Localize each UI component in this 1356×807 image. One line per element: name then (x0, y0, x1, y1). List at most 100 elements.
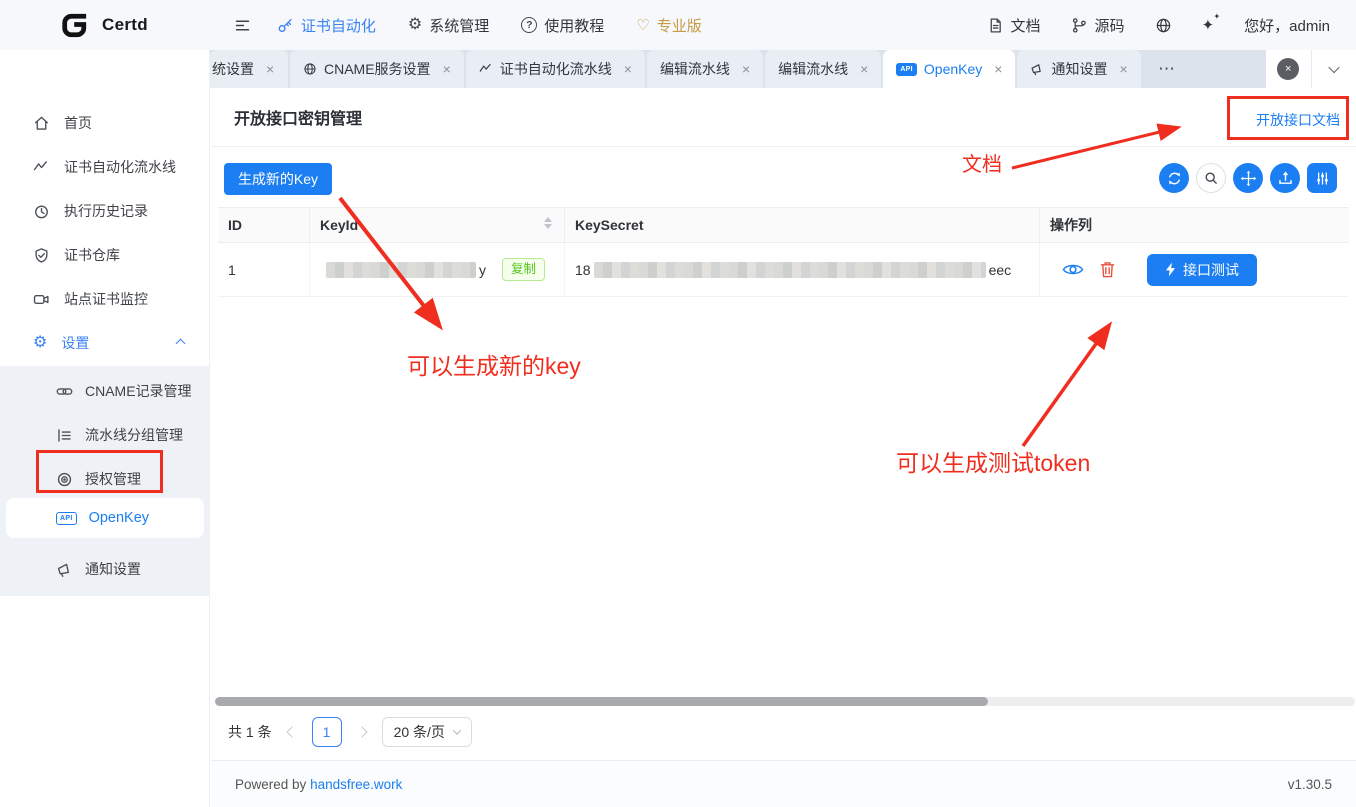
close-icon[interactable]: × (860, 61, 868, 77)
delete-button[interactable] (1100, 261, 1115, 278)
user-greeting[interactable]: 您好，admin (1244, 15, 1330, 36)
nav-pro-edition[interactable]: ♡ 专业版 (636, 15, 701, 36)
sidebar-item-settings[interactable]: ⚙ 设置 (0, 324, 210, 362)
divider (211, 146, 1356, 147)
pro-badge-icon: ♡ (636, 16, 649, 34)
nav-cert-automation[interactable]: 证书自动化 (277, 15, 376, 36)
view-button[interactable] (1062, 262, 1084, 277)
page-size-select[interactable]: 20 条/页 (382, 717, 472, 747)
close-icon[interactable]: × (994, 61, 1002, 77)
sidebar-item-site-monitor[interactable]: 站点证书监控 (0, 280, 210, 318)
target-icon (56, 471, 73, 488)
sidebar-item-pipeline[interactable]: 证书自动化流水线 (0, 148, 210, 186)
sidebar-item-notify-settings[interactable]: 通知设置 (0, 550, 210, 588)
cell-ops: 接口测试 (1040, 243, 1349, 296)
question-icon: ? (521, 17, 537, 33)
refresh-button[interactable] (1159, 163, 1189, 193)
nav-system-manage[interactable]: ⚙ 系统管理 (408, 15, 489, 36)
sidebar-item-history[interactable]: 执行历史记录 (0, 192, 210, 230)
api-test-button[interactable]: 接口测试 (1147, 254, 1257, 286)
gear-icon: ⚙ (408, 17, 422, 33)
tab-more-button[interactable]: ⋯ (1143, 50, 1191, 88)
tab-cname-service[interactable]: CNAME服务设置 × (290, 50, 464, 88)
api-badge-icon: API (896, 63, 917, 76)
prev-page-button[interactable] (286, 726, 297, 737)
cell-keyid: y 复制 (310, 243, 565, 296)
doc-link-header[interactable]: 文档 (987, 15, 1041, 36)
close-icon[interactable]: × (624, 61, 632, 77)
handsfree-link[interactable]: handsfree.work (310, 777, 402, 792)
sidebar-collapse-icon[interactable] (234, 17, 251, 34)
search-icon (1203, 170, 1219, 186)
page-title: 开放接口密钥管理 (234, 105, 362, 129)
table-row: 1 y 复制 18 eec (218, 243, 1349, 297)
close-icon[interactable]: × (443, 61, 451, 77)
table-toolbar (1159, 163, 1337, 193)
sidebar-item-pipeline-groups[interactable]: 流水线分组管理 (0, 416, 210, 454)
api-badge-icon: API (56, 512, 77, 525)
git-branch-icon (1071, 17, 1088, 34)
sidebar-item-openkey[interactable]: API OpenKey (6, 498, 204, 538)
header-right: 文档 源码 ✦✦ 您好，admin (987, 15, 1330, 36)
horizontal-scrollbar-thumb[interactable] (215, 697, 988, 706)
move-button[interactable] (1233, 163, 1263, 193)
eye-icon (1062, 262, 1084, 277)
close-icon[interactable]: × (1119, 61, 1127, 77)
column-settings-button[interactable] (1307, 163, 1337, 193)
ai-sparkle-icon[interactable]: ✦✦ (1202, 18, 1215, 33)
tab-cert-pipeline[interactable]: 证书自动化流水线 × (466, 50, 645, 88)
column-header-keysecret: KeySecret (565, 208, 1040, 242)
total-count: 共 1 条 (228, 722, 272, 742)
document-icon (987, 17, 1004, 34)
shield-check-icon (33, 247, 50, 264)
sidebar-item-cert-repo[interactable]: 证书仓库 (0, 236, 210, 274)
megaphone-icon (1030, 62, 1044, 76)
open-api-doc-link[interactable]: 开放接口文档 (1256, 110, 1340, 130)
globe-icon (303, 62, 317, 76)
copy-button[interactable]: 复制 (502, 258, 545, 281)
tab-list-dropdown-button[interactable] (1311, 50, 1356, 88)
close-all-tabs-button[interactable]: × (1266, 50, 1311, 88)
pagination: 共 1 条 1 20 条/页 (228, 710, 472, 754)
tab-edit-pipeline-1[interactable]: 编辑流水线 × (647, 50, 763, 88)
chevron-down-icon (1328, 62, 1339, 73)
search-button[interactable] (1196, 163, 1226, 193)
column-header-keyid[interactable]: KeyId (310, 208, 565, 242)
move-icon (1240, 170, 1257, 187)
collapse-caret[interactable] (177, 340, 184, 347)
brand-name: Certd (102, 15, 148, 35)
sidebar-item-cname-records[interactable]: CNAME记录管理 (0, 372, 210, 410)
next-page-button[interactable] (356, 726, 367, 737)
brand: Certd (58, 9, 148, 42)
cell-keysecret: 18 eec (565, 243, 1040, 296)
language-globe-icon[interactable] (1155, 17, 1172, 34)
page-number-button[interactable]: 1 (312, 717, 342, 747)
powered-by: Powered by handsfree.work (235, 777, 402, 792)
tab-controls: × (1266, 50, 1356, 88)
tab-edit-pipeline-2[interactable]: 编辑流水线 × (765, 50, 881, 88)
chevron-down-icon (453, 726, 461, 734)
source-code-link[interactable]: 源码 (1071, 15, 1125, 36)
nav-tutorial[interactable]: ? 使用教程 (521, 15, 604, 36)
sort-icon[interactable] (544, 217, 552, 229)
blurred-keysecret (594, 262, 986, 278)
video-camera-icon (33, 291, 50, 308)
key-icon (277, 17, 294, 34)
close-icon[interactable]: × (742, 61, 750, 77)
tab-system-settings-partial[interactable]: 统设置 × (210, 50, 288, 88)
tab-openkey[interactable]: API OpenKey × (883, 50, 1015, 88)
table-header: ID KeyId KeySecret 操作列 (218, 207, 1349, 243)
close-icon[interactable]: × (266, 61, 274, 77)
generate-new-key-button[interactable]: 生成新的Key (224, 163, 332, 195)
app-header: Certd 证书自动化 ⚙ 系统管理 ? 使用教程 ♡ 专业版 文档 (0, 0, 1356, 50)
pulse-icon (33, 159, 50, 176)
tab-strip: 统设置 × CNAME服务设置 × 证书自动化流水线 × 编辑流水线 × 编辑流… (210, 50, 1356, 88)
list-group-icon (56, 427, 73, 444)
column-header-ops: 操作列 (1040, 208, 1349, 242)
column-header-id: ID (218, 208, 310, 242)
trash-icon (1100, 261, 1115, 278)
export-button[interactable] (1270, 163, 1300, 193)
sidebar-item-home[interactable]: 首页 (0, 104, 210, 142)
tab-notify-settings[interactable]: 通知设置 × (1017, 50, 1140, 88)
sidebar-item-auth-manage[interactable]: 授权管理 (0, 460, 210, 498)
